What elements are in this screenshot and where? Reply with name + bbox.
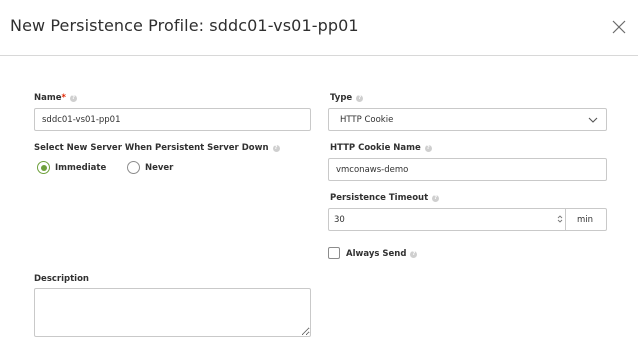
chevron-down-icon <box>588 117 598 123</box>
name-value: sddc01-vs01-pp01 <box>42 115 121 125</box>
close-icon[interactable] <box>611 19 627 35</box>
unit-divider <box>565 209 566 230</box>
type-label: Type? <box>330 93 364 103</box>
name-label: Name*? <box>34 93 77 103</box>
name-input[interactable]: sddc01-vs01-pp01 <box>34 108 311 131</box>
cookie-name-label: HTTP Cookie Name? <box>330 143 432 153</box>
name-label-text: Name <box>34 93 62 103</box>
required-mark: * <box>61 93 66 103</box>
type-label-text: Type <box>330 93 353 103</box>
always-send-label-text: Always Send <box>346 249 407 259</box>
info-icon[interactable]: ? <box>424 145 432 152</box>
radio-never[interactable] <box>127 161 140 174</box>
description-textarea[interactable] <box>34 288 311 337</box>
dialog-title: New Persistence Profile: sddc01-vs01-pp0… <box>10 16 359 35</box>
persistence-timeout-input[interactable]: 30 min <box>328 208 607 231</box>
radio-never-label: Never <box>145 163 174 173</box>
info-icon[interactable]: ? <box>432 195 440 202</box>
info-icon[interactable]: ? <box>410 251 418 258</box>
radio-immediate[interactable] <box>37 161 50 174</box>
description-label: Description <box>34 274 89 284</box>
always-send-label: Always Send? <box>346 249 418 259</box>
stepper-icon[interactable] <box>557 214 563 224</box>
dialog-header: New Persistence Profile: sddc01-vs01-pp0… <box>0 0 638 56</box>
cookie-name-value: vmconaws-demo <box>336 165 409 175</box>
type-select[interactable]: HTTP Cookie <box>328 108 607 131</box>
info-icon[interactable]: ? <box>272 145 280 152</box>
persistence-timeout-label: Persistence Timeout? <box>330 193 440 203</box>
select-new-server-label-text: Select New Server When Persistent Server… <box>34 143 269 153</box>
radio-immediate-label: Immediate <box>55 163 107 173</box>
select-new-server-label: Select New Server When Persistent Server… <box>34 143 280 153</box>
always-send-checkbox[interactable] <box>328 247 340 259</box>
timeout-unit: min <box>577 215 594 225</box>
info-icon[interactable]: ? <box>356 95 364 102</box>
info-icon[interactable]: ? <box>69 95 77 102</box>
persistence-timeout-value: 30 <box>334 215 345 225</box>
persistence-timeout-label-text: Persistence Timeout <box>330 193 429 203</box>
cookie-name-label-text: HTTP Cookie Name <box>330 143 421 153</box>
cookie-name-input[interactable]: vmconaws-demo <box>328 158 607 181</box>
type-value: HTTP Cookie <box>340 115 394 125</box>
